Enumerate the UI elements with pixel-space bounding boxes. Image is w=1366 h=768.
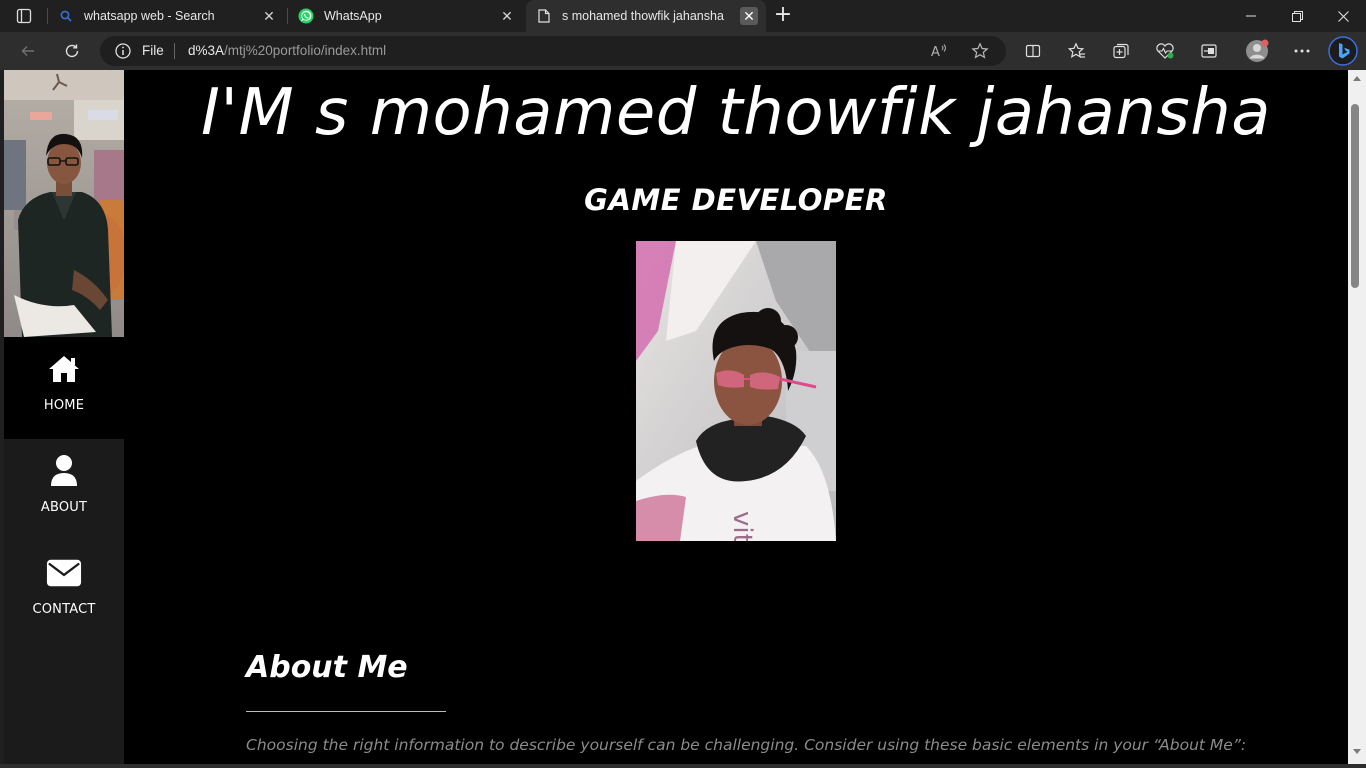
tab-search[interactable]: whatsapp web - Search ✕: [48, 0, 286, 32]
extensions-icon[interactable]: [1197, 39, 1221, 63]
scroll-down-icon[interactable]: [1353, 749, 1361, 754]
svg-text:vits: vits: [727, 511, 757, 541]
whatsapp-icon: [298, 8, 314, 24]
profile-avatar-icon[interactable]: [1243, 37, 1271, 65]
page-scrollbar[interactable]: [1348, 70, 1366, 768]
home-icon: [46, 351, 82, 387]
hero-photo: vits: [636, 241, 836, 541]
tab-actions-icon[interactable]: [10, 5, 38, 27]
close-tab-icon[interactable]: ✕: [740, 7, 758, 25]
favorite-star-icon[interactable]: [970, 41, 990, 61]
main-content: I'M s mohamed thowfik jahansha GAME DEVE…: [124, 70, 1348, 768]
svg-text:A: A: [931, 45, 940, 59]
close-tab-icon[interactable]: ✕: [498, 7, 516, 25]
close-window-icon[interactable]: [1320, 0, 1366, 32]
envelope-icon: [46, 555, 82, 591]
split-screen-icon[interactable]: [1021, 39, 1045, 63]
info-icon[interactable]: [114, 42, 132, 60]
about-divider: [246, 711, 446, 712]
hero-title: I'M s mohamed thowfik jahansha: [200, 76, 1272, 150]
nav-label: ABOUT: [40, 500, 88, 515]
url-host: d%3A: [188, 43, 225, 58]
divider: [174, 43, 175, 59]
profile-photo: [4, 70, 124, 337]
minimize-icon[interactable]: [1228, 0, 1274, 32]
scheme-label: File: [142, 43, 164, 58]
read-aloud-icon[interactable]: A: [930, 41, 950, 61]
page-viewport: HOME ABOUT CONTACT I'M s mohamed thowfik…: [4, 70, 1348, 768]
refresh-icon[interactable]: [60, 39, 84, 63]
tab-title: WhatsApp: [324, 9, 382, 23]
user-icon: [46, 453, 82, 489]
scroll-up-icon[interactable]: [1353, 76, 1361, 81]
back-icon[interactable]: [16, 39, 40, 63]
tab-strip: whatsapp web - Search ✕ WhatsApp ✕ s moh…: [0, 0, 1366, 32]
search-icon: [58, 8, 74, 24]
nav-home[interactable]: HOME: [4, 337, 124, 439]
hero-subtitle: GAME DEVELOPER: [584, 183, 888, 217]
collections-icon[interactable]: [1109, 39, 1133, 63]
nav-about[interactable]: ABOUT: [4, 439, 124, 541]
nav-contact[interactable]: CONTACT: [4, 541, 124, 643]
close-tab-icon[interactable]: ✕: [260, 7, 278, 25]
more-options-icon[interactable]: [1290, 39, 1314, 63]
url-path: /mtj%20portfolio/index.html: [224, 43, 387, 58]
restore-icon[interactable]: [1274, 0, 1320, 32]
page-icon: [536, 8, 552, 24]
about-heading: About Me: [246, 650, 408, 685]
bing-copilot-icon[interactable]: [1327, 35, 1359, 67]
scroll-thumb[interactable]: [1351, 104, 1359, 288]
nav-label: CONTACT: [32, 602, 96, 617]
address-bar[interactable]: File d%3A/mtj%20portfolio/index.html A: [100, 36, 1006, 66]
favorites-icon[interactable]: [1065, 39, 1089, 63]
tab-whatsapp[interactable]: WhatsApp ✕: [288, 0, 524, 32]
tab-portfolio[interactable]: s mohamed thowfik jahansha ✕: [526, 0, 766, 32]
browser-toolbar: File d%3A/mtj%20portfolio/index.html A: [0, 32, 1366, 70]
browser-essentials-icon[interactable]: [1153, 39, 1177, 63]
tab-title: s mohamed thowfik jahansha: [562, 9, 724, 23]
nav-label: HOME: [43, 398, 85, 413]
sidebar: HOME ABOUT CONTACT: [4, 70, 124, 768]
tab-title: whatsapp web - Search: [84, 9, 215, 23]
about-text: Choosing the right information to descri…: [246, 736, 1246, 754]
new-tab-icon[interactable]: +: [772, 4, 794, 27]
window-bottom-edge: [0, 764, 1366, 768]
url-text[interactable]: d%3A/mtj%20portfolio/index.html: [188, 43, 386, 58]
